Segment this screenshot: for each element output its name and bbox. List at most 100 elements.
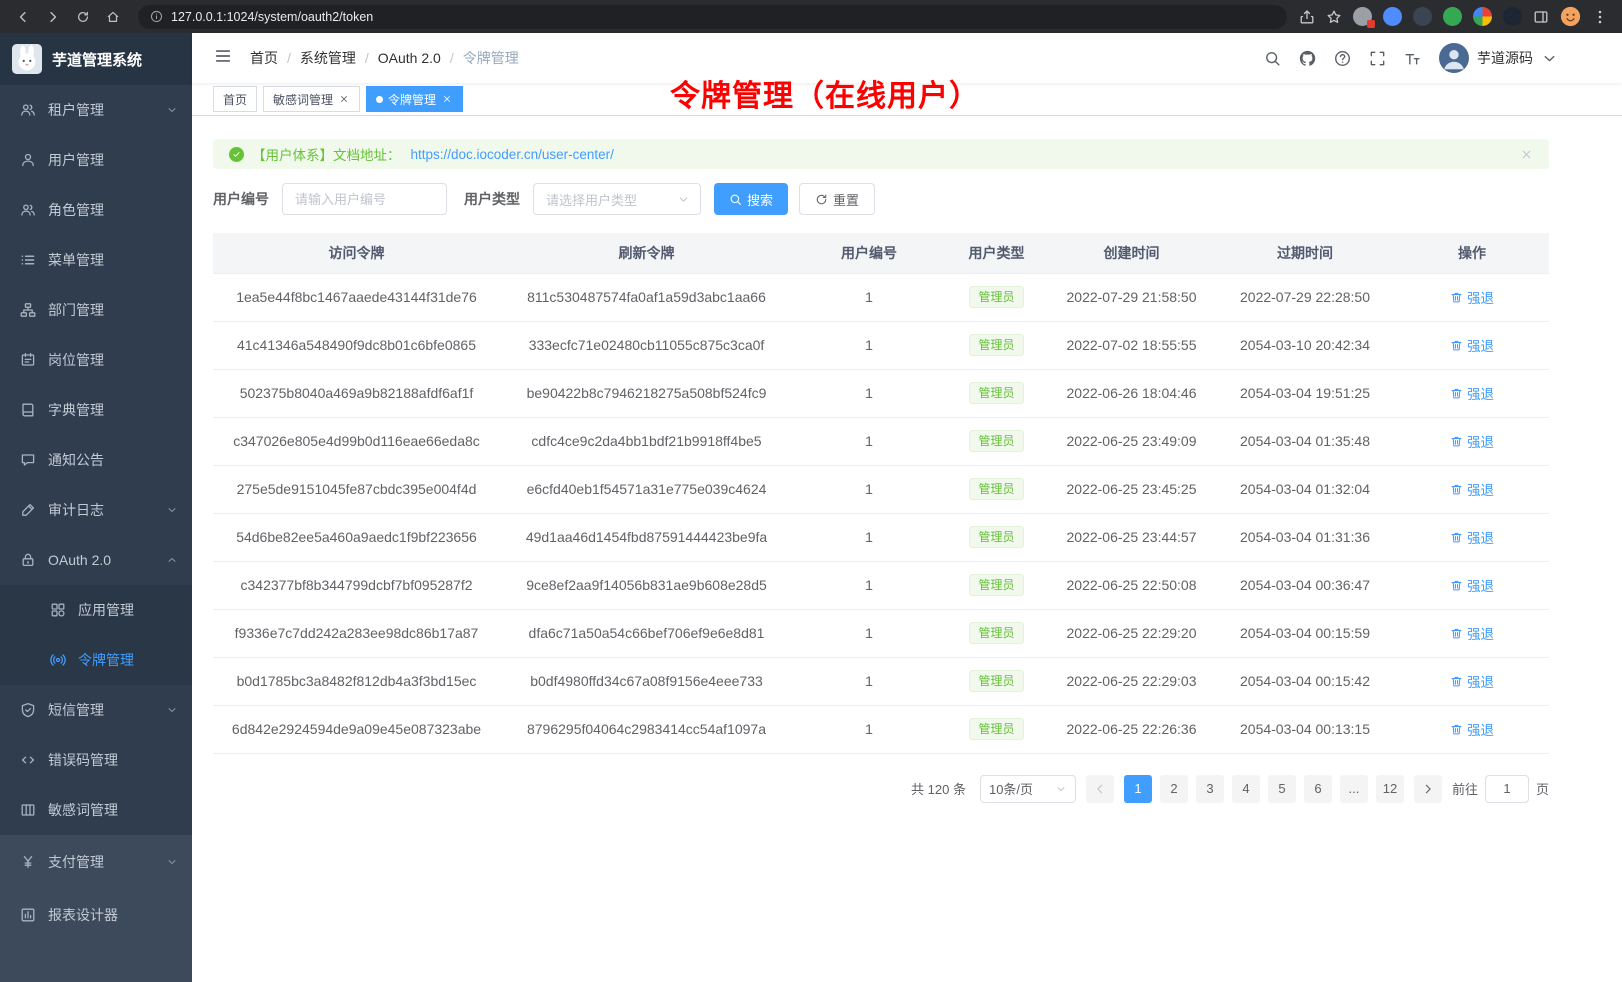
address-bar[interactable]: 127.0.0.1:1024/system/oauth2/token — [138, 5, 1287, 29]
user-type-badge: 管理员 — [969, 382, 1023, 404]
doc-link[interactable]: https://doc.iocoder.cn/user-center/ — [411, 147, 614, 162]
breadcrumb-home[interactable]: 首页 — [250, 48, 278, 68]
page-button[interactable]: 1 — [1124, 775, 1152, 803]
page-size-select[interactable]: 10条/页 — [980, 775, 1076, 803]
reset-button[interactable]: 重置 — [799, 183, 875, 215]
next-page-button[interactable] — [1414, 775, 1442, 803]
sidebar-item[interactable]: 敏感词管理 — [0, 785, 192, 835]
trash-icon — [1450, 675, 1463, 688]
user-type-select[interactable]: 请选择用户类型 — [533, 183, 701, 215]
sidebar-item[interactable]: 字典管理 — [0, 385, 192, 435]
force-logout-button[interactable]: 强退 — [1450, 527, 1494, 547]
browser-profile-avatar[interactable] — [1560, 6, 1581, 27]
sidebar-subitem[interactable]: 令牌管理 — [0, 635, 192, 685]
sidebar-item[interactable]: OAuth 2.0 — [0, 535, 192, 585]
sidebar-item[interactable]: 审计日志 — [0, 485, 192, 535]
force-logout-button[interactable]: 强退 — [1450, 719, 1494, 739]
page-button[interactable]: 4 — [1232, 775, 1260, 803]
breadcrumb: 首页 / 系统管理 / OAuth 2.0 / 令牌管理 — [250, 48, 519, 68]
site-info-icon[interactable] — [150, 10, 163, 23]
sidebar-item[interactable]: 租户管理 — [0, 85, 192, 135]
chevron-up-icon — [166, 554, 178, 566]
cell-refresh-token: 49d1aa46d1454fbd87591444423be9fa — [500, 513, 793, 561]
top-navbar: 首页 / 系统管理 / OAuth 2.0 / 令牌管理 芋道源码 — [192, 33, 1622, 83]
extension-icon-dark[interactable] — [1413, 7, 1432, 26]
sidebar-item[interactable]: 报表设计器 — [0, 888, 192, 941]
page-button[interactable]: 6 — [1304, 775, 1332, 803]
force-logout-button[interactable]: 强退 — [1450, 671, 1494, 691]
extension-icon-blue[interactable] — [1383, 7, 1402, 26]
view-tab[interactable]: 首页 — [213, 86, 257, 112]
browser-home-button[interactable] — [100, 4, 126, 30]
browser-back-button[interactable] — [10, 4, 36, 30]
collapse-sidebar-button[interactable] — [206, 47, 240, 70]
sidebar-subitem[interactable]: 应用管理 — [0, 585, 192, 635]
page-button[interactable]: 3 — [1196, 775, 1224, 803]
sidebar-item[interactable]: 角色管理 — [0, 185, 192, 235]
sidebar-item[interactable]: 支付管理 — [0, 835, 192, 888]
close-icon[interactable] — [338, 93, 350, 105]
extension-icon-pinwheel[interactable] — [1473, 7, 1492, 26]
cell-expire-time: 2022-07-29 22:28:50 — [1215, 273, 1395, 321]
app-icon — [50, 602, 66, 618]
extension-icon-badged[interactable] — [1353, 7, 1372, 26]
force-logout-button[interactable]: 强退 — [1450, 623, 1494, 643]
page-button[interactable]: 5 — [1268, 775, 1296, 803]
force-logout-button[interactable]: 强退 — [1450, 479, 1494, 499]
trash-icon — [1450, 387, 1463, 400]
page-button[interactable]: 2 — [1160, 775, 1188, 803]
app-title: 芋道管理系统 — [52, 49, 142, 70]
table-row: 54d6be82ee5a460a9aedc1f9bf22365649d1aa46… — [213, 513, 1549, 561]
user-id-input[interactable] — [282, 183, 447, 215]
view-tab[interactable]: 令牌管理 — [366, 86, 463, 112]
cell-user-type: 管理员 — [945, 657, 1048, 705]
fullscreen-icon[interactable] — [1369, 50, 1386, 67]
sidebar-item[interactable]: 短信管理 — [0, 685, 192, 735]
app-logo[interactable]: 芋道管理系统 — [0, 33, 192, 85]
force-logout-button[interactable]: 强退 — [1450, 287, 1494, 307]
view-tab[interactable]: 敏感词管理 — [263, 86, 360, 112]
force-logout-button[interactable]: 强退 — [1450, 431, 1494, 451]
force-logout-button[interactable]: 强退 — [1450, 383, 1494, 403]
extension-icon-green[interactable] — [1443, 7, 1462, 26]
kebab-menu-icon[interactable] — [1592, 9, 1608, 25]
sidebar-item[interactable]: 错误码管理 — [0, 735, 192, 785]
goto-page-input[interactable] — [1485, 775, 1529, 803]
bookmark-star-icon[interactable] — [1326, 9, 1342, 25]
sidebar-item[interactable]: 部门管理 — [0, 285, 192, 335]
share-icon[interactable] — [1299, 9, 1315, 25]
cell-created-time: 2022-06-25 22:50:08 — [1048, 561, 1215, 609]
url-text[interactable]: 127.0.0.1:1024/system/oauth2/token — [171, 10, 1275, 24]
sidebar-item[interactable]: 菜单管理 — [0, 235, 192, 285]
pager-ellipsis[interactable]: ... — [1340, 775, 1368, 803]
pay-icon — [20, 854, 36, 870]
user-dropdown[interactable]: 芋道源码 — [1439, 43, 1558, 73]
sidebar-item[interactable]: 岗位管理 — [0, 335, 192, 385]
sidebar-item[interactable]: 通知公告 — [0, 435, 192, 485]
help-icon[interactable] — [1334, 50, 1351, 67]
close-icon[interactable] — [441, 93, 453, 105]
user-name: 芋道源码 — [1477, 48, 1533, 68]
trash-icon — [1450, 483, 1463, 496]
browser-reload-button[interactable] — [70, 4, 96, 30]
browser-forward-button[interactable] — [40, 4, 66, 30]
extension-icon-paw[interactable] — [1503, 7, 1522, 26]
force-logout-button[interactable]: 强退 — [1450, 575, 1494, 595]
refresh-icon — [815, 193, 828, 206]
page-button[interactable]: 12 — [1376, 775, 1404, 803]
search-button[interactable]: 搜索 — [714, 183, 788, 215]
sidebar-item[interactable]: 用户管理 — [0, 135, 192, 185]
prev-page-button[interactable] — [1086, 775, 1114, 803]
font-size-icon[interactable] — [1404, 50, 1421, 67]
sidebar-item-label: 审计日志 — [48, 500, 166, 520]
page-size-value: 10条/页 — [989, 779, 1033, 798]
search-button-label: 搜索 — [747, 190, 773, 209]
breadcrumb-system[interactable]: 系统管理 — [300, 48, 356, 68]
alert-close-icon[interactable] — [1520, 148, 1533, 161]
breadcrumb-oauth[interactable]: OAuth 2.0 — [378, 50, 441, 66]
side-panel-icon[interactable] — [1533, 9, 1549, 25]
search-icon[interactable] — [1264, 50, 1281, 67]
github-icon[interactable] — [1299, 50, 1316, 67]
cell-actions: 强退 — [1395, 417, 1549, 465]
force-logout-button[interactable]: 强退 — [1450, 335, 1494, 355]
